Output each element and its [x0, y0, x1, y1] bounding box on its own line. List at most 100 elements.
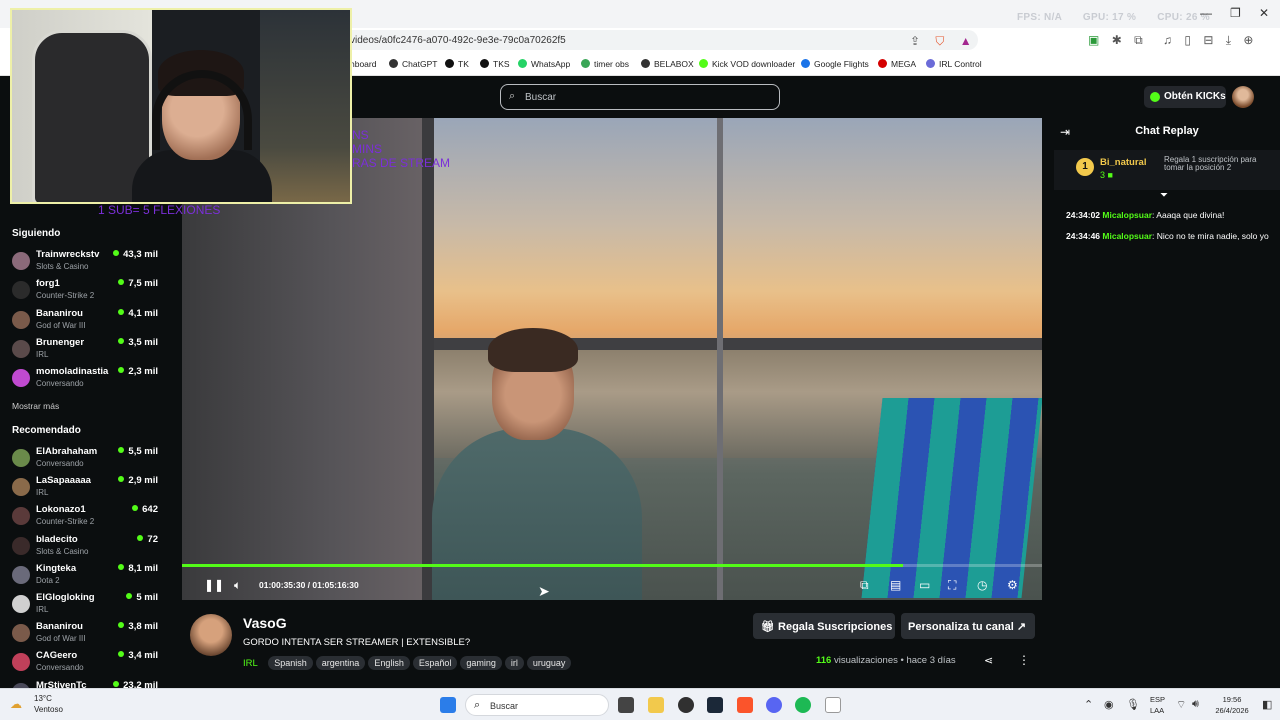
progress-fill[interactable]	[182, 564, 903, 567]
tag-pill[interactable]: English	[368, 656, 410, 670]
following-channel[interactable]: momoladinastia Conversando 2,3 mil	[12, 366, 172, 392]
notifications-icon[interactable]: ◧	[1262, 698, 1272, 711]
viewer-count: 3,4 mil	[118, 650, 158, 661]
taskbar-search[interactable]: ⌕ Buscar	[465, 694, 609, 716]
extensions-icon[interactable]: ✱	[1112, 33, 1122, 47]
expand-pinned-icon[interactable]: ⏷	[1160, 190, 1168, 201]
bookmark-9[interactable]: MEGA	[878, 59, 916, 69]
url-text[interactable]: videos/a0fc2476-a070-492c-9e3e-79c0a7026…	[350, 35, 566, 46]
share-icon[interactable]: ⋖	[984, 654, 993, 667]
tag-pill[interactable]: Spanish	[268, 656, 313, 670]
playback-speed-icon[interactable]: ◷	[977, 578, 987, 592]
wallet-icon[interactable]: ⊟	[1203, 33, 1213, 47]
bookmark-10[interactable]: IRL Control	[926, 59, 982, 69]
extension-4k-icon[interactable]: ▣	[1088, 33, 1099, 47]
bookmark-7[interactable]: Kick VOD downloader	[699, 59, 795, 69]
get-kicks-button[interactable]: Obtén KICKs	[1144, 86, 1226, 108]
capture-icon[interactable]: ⧉	[1134, 33, 1143, 47]
user-avatar[interactable]	[1232, 86, 1254, 108]
category-link[interactable]: IRL	[243, 658, 258, 669]
miniplayer-icon[interactable]: ⧉	[860, 578, 869, 593]
bookmark-5[interactable]: timer obs	[581, 59, 629, 69]
message-user[interactable]: Micalopsuar	[1102, 210, 1152, 220]
vpn-icon[interactable]: ⊕	[1243, 33, 1253, 47]
keyboard-layout[interactable]: LAA	[1150, 706, 1164, 715]
tag-pill[interactable]: uruguay	[526, 656, 572, 670]
clock-time[interactable]: 19:56	[1214, 695, 1250, 704]
volume-tray-icon[interactable]: 🔊︎	[1192, 698, 1199, 711]
notepad-icon[interactable]	[825, 697, 841, 713]
tag-pill[interactable]: Español	[412, 656, 458, 670]
maximize-icon[interactable]: ❐	[1230, 6, 1241, 20]
share-page-icon[interactable]: ⇪	[910, 34, 920, 48]
brave-rewards-icon[interactable]: ▲	[960, 34, 972, 48]
following-channel[interactable]: Bananirou God of War III 4,1 mil	[12, 308, 172, 334]
customize-channel-button[interactable]: Personaliza tu canal ↗	[901, 613, 1035, 639]
media-icon[interactable]: ♫	[1163, 33, 1172, 47]
tag-pill[interactable]: argentina	[315, 656, 366, 670]
theater-mode-icon[interactable]: ▭	[919, 578, 930, 592]
bookmark-0[interactable]: hboard	[350, 59, 376, 69]
tag-pill[interactable]: gaming	[460, 656, 502, 670]
recommended-channel[interactable]: Bananirou God of War III 3,8 mil	[12, 621, 172, 647]
recommended-channel[interactable]: CAGeero Conversando 3,4 mil	[12, 650, 172, 676]
recommended-channel[interactable]: ElAbrahaham Conversando 5,5 mil	[12, 446, 172, 472]
settings-icon[interactable]: ⚙	[1007, 578, 1018, 592]
clock-date[interactable]: 26/4/2026	[1210, 706, 1254, 715]
task-view-icon[interactable]	[618, 697, 634, 713]
recommended-channel[interactable]: bladecito Slots & Casino 72	[12, 534, 172, 560]
sidebar-icon[interactable]: ▯	[1184, 33, 1191, 47]
video-meta: 116 visualizaciones • hace 3 días	[816, 655, 956, 666]
wifi-icon[interactable]: ⌔	[1176, 698, 1186, 712]
message-text: Nico no te mira nadie, solo yo	[1156, 231, 1269, 241]
bookmark-3[interactable]: TKS	[480, 59, 510, 69]
clip-icon[interactable]: ▤	[890, 578, 901, 592]
recommended-channel[interactable]: ElGlogloking IRL 5 mil	[12, 592, 172, 618]
gift-subs-button[interactable]: 🎁︎ Regala Suscripciones	[753, 613, 895, 639]
tag-pill[interactable]: irl	[504, 656, 524, 670]
channel-category: IRL	[36, 349, 49, 359]
search-input[interactable]: ⌕ Buscar	[500, 84, 780, 110]
brave-shield-icon[interactable]: ⛉	[935, 34, 944, 48]
microphone-icon[interactable]: 🎙︎	[1126, 698, 1140, 711]
channel-name[interactable]: VasoG	[243, 615, 287, 631]
close-icon[interactable]: ✕	[1259, 6, 1269, 20]
show-more-link[interactable]: Mostrar más	[12, 401, 59, 411]
volume-icon[interactable]: 🔈︎	[234, 578, 241, 593]
following-channel[interactable]: Brunenger IRL 3,5 mil	[12, 337, 172, 363]
recommended-channel[interactable]: Lokonazo1 Counter-Strike 2 642	[12, 504, 172, 530]
recommended-channel[interactable]: Kingteka Dota 2 8,1 mil	[12, 563, 172, 589]
download-icon[interactable]: ⤓	[1226, 33, 1231, 47]
bookmark-4[interactable]: WhatsApp	[518, 59, 570, 69]
playback-time: 01:00:35:30 / 01:05:16:30	[259, 580, 359, 590]
following-channel[interactable]: forg1 Counter-Strike 2 7,5 mil	[12, 278, 172, 304]
show-hidden-icons-icon[interactable]: ⌃	[1084, 698, 1093, 711]
channel-name: forg1	[36, 278, 60, 290]
network-tray-icon[interactable]: ◉	[1104, 698, 1114, 711]
weather-desc[interactable]: Ventoso	[34, 705, 63, 714]
steam-icon[interactable]	[707, 697, 723, 713]
discord-icon[interactable]	[766, 697, 782, 713]
obs-icon[interactable]	[678, 697, 694, 713]
bookmark-1[interactable]: ChatGPT	[389, 59, 437, 69]
start-icon[interactable]	[440, 697, 456, 713]
bookmark-6[interactable]: BELABOX	[641, 59, 694, 69]
minimize-icon[interactable]: —	[1200, 6, 1212, 20]
recommended-heading: Recomendado	[12, 425, 81, 436]
more-options-icon[interactable]: ⋮	[1018, 653, 1030, 667]
pause-icon[interactable]: ❚❚	[204, 578, 224, 592]
channel-avatar[interactable]	[190, 614, 232, 656]
weather-temp[interactable]: 13°C	[34, 694, 52, 703]
spotify-icon[interactable]	[795, 697, 811, 713]
following-channel[interactable]: Trainwreckstv Slots & Casino 43,3 mil	[12, 249, 172, 275]
bookmark-2[interactable]: TK	[445, 59, 469, 69]
recommended-channel[interactable]: LaSapaaaaa IRL 2,9 mil	[12, 475, 172, 501]
message-user[interactable]: Micalopsuar	[1102, 231, 1152, 241]
gifter-name[interactable]: Bi_natural	[1100, 157, 1146, 168]
bookmark-8[interactable]: Google Flights	[801, 59, 869, 69]
file-explorer-icon[interactable]	[648, 697, 664, 713]
fullscreen-icon[interactable]: ⛶	[948, 578, 956, 593]
input-language[interactable]: ESP	[1150, 695, 1165, 704]
channel-avatar	[12, 281, 30, 300]
brave-icon[interactable]	[737, 697, 753, 713]
